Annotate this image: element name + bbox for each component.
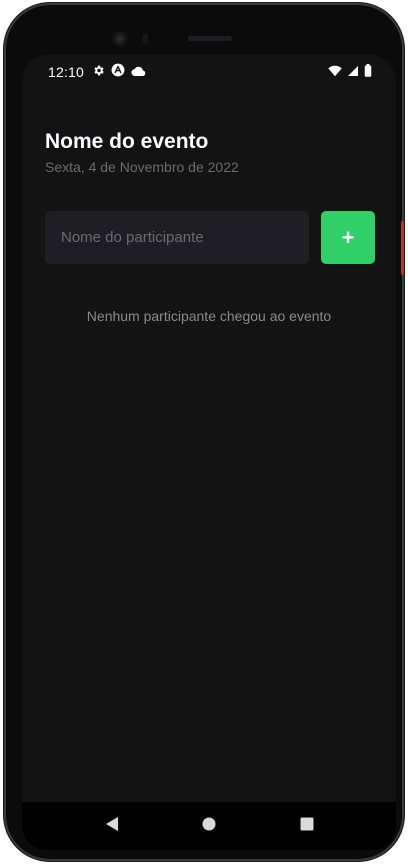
event-title: Nome do evento [45,130,209,153]
back-icon [105,816,119,837]
phone-frame: 12:10 Nome do evento Sexta, 4 de Novembr… [4,3,404,861]
power-button [401,221,404,275]
recents-icon [300,817,314,836]
add-participant-button[interactable]: + [321,211,375,264]
participant-name-input[interactable] [45,211,309,264]
app-screen: 12:10 Nome do evento Sexta, 4 de Novembr… [22,54,396,850]
stage: 12:10 Nome do evento Sexta, 4 de Novembr… [0,0,408,868]
back-button[interactable] [102,816,122,836]
empty-list-message: Nenhum participante chegou ao evento [86,308,332,324]
event-date: Sexta, 4 de Novembro de 2022 [45,159,239,175]
front-camera [112,31,128,47]
navigation-bar [22,802,396,850]
home-icon [202,817,216,836]
event-content: Nome do evento Sexta, 4 de Novembro de 2… [22,54,396,802]
proximity-sensor [142,33,148,45]
home-button[interactable] [199,816,219,836]
earpiece-speaker [188,36,232,41]
recents-button[interactable] [297,816,317,836]
